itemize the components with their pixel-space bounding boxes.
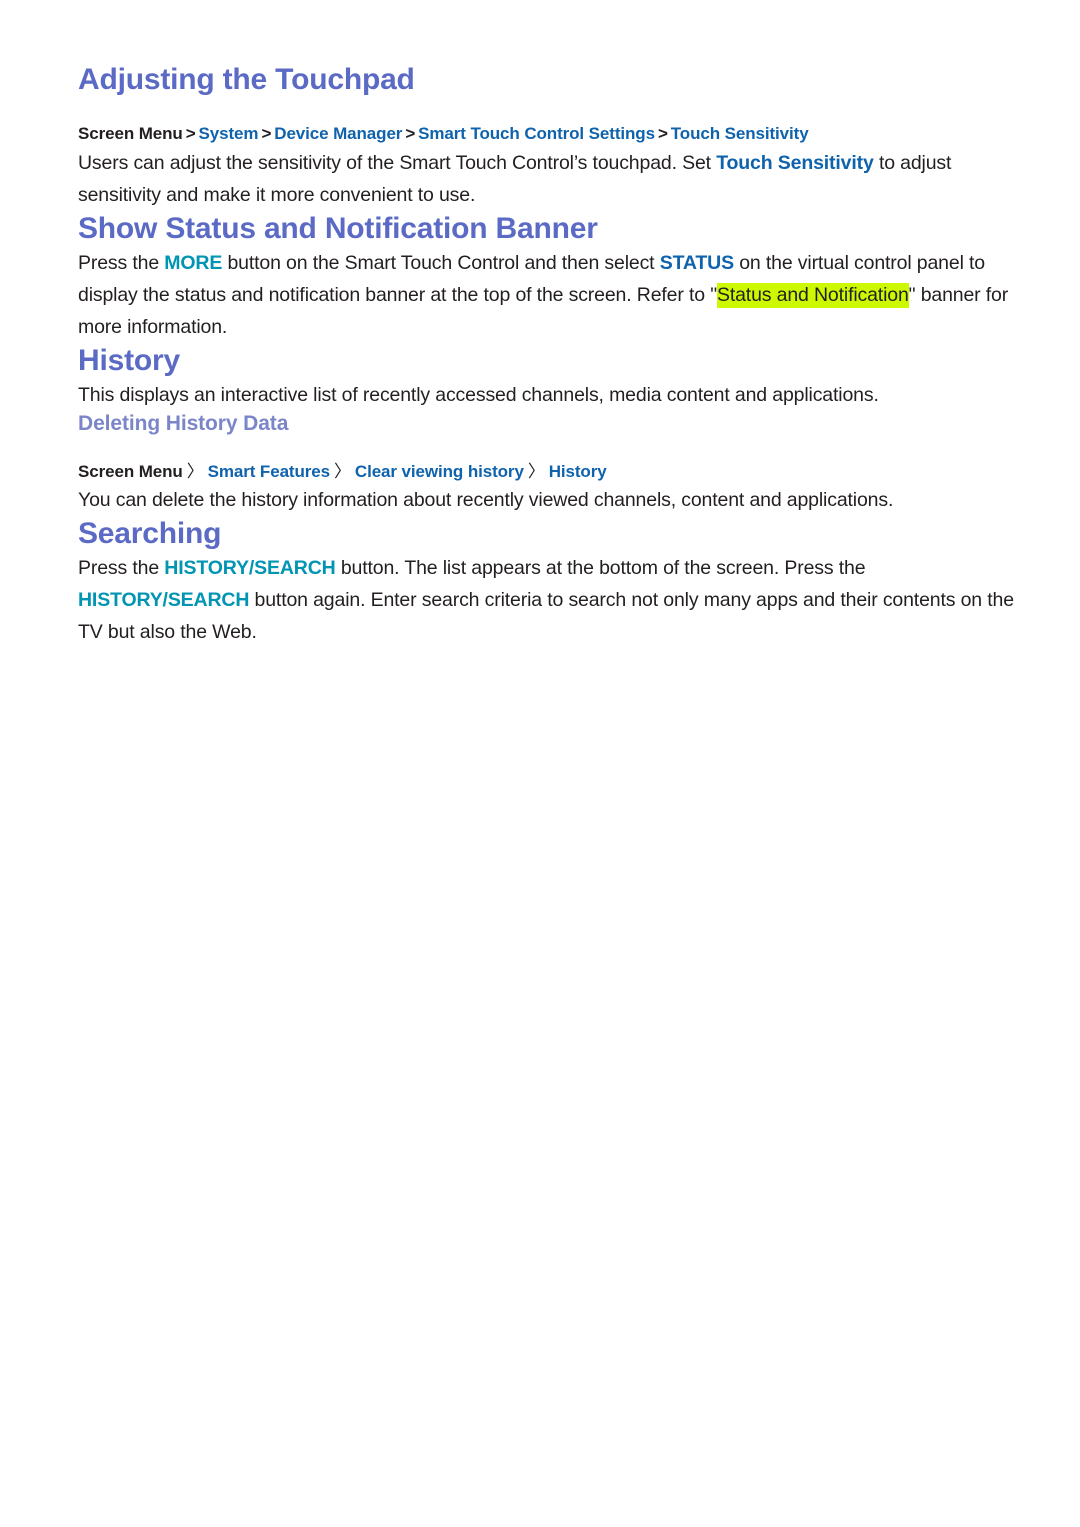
paragraph-touchpad: Users can adjust the sensitivity of the … [78, 147, 1018, 211]
breadcrumb-item-clear-viewing-history[interactable]: Clear viewing history [355, 462, 524, 481]
breadcrumb-root: Screen Menu [78, 461, 183, 481]
paragraph-text-part: button on the Smart Touch Control and th… [222, 251, 660, 274]
breadcrumb-clear-viewing-history: Screen Menu 〉 Smart Features 〉 Clear viewing… [78, 459, 1018, 485]
section-heading-searching: Searching [78, 517, 222, 551]
paragraph-text-part: button. The list appears at the bottom o… [335, 557, 866, 580]
breadcrumb-item-device-manager[interactable]: Device Manager [274, 124, 402, 143]
breadcrumb-separator: 〉 [186, 461, 204, 481]
inline-link-status[interactable]: STATUS [660, 252, 734, 274]
paragraph-text-part: Users can adjust the sensitivity of the … [78, 151, 717, 174]
section-heading-show-status-and-notification-banner: Show Status and Notification Banner [78, 211, 598, 245]
breadcrumb-separator: > [261, 124, 272, 143]
highlighted-text-status-and-notification: Status and Notification [716, 282, 909, 308]
breadcrumb-separator: > [657, 124, 668, 143]
breadcrumb-item-touch-sensitivity[interactable]: Touch Sensitivity [671, 124, 809, 143]
paragraph-searching: Press the HISTORY/SEARCH button. The lis… [78, 552, 1018, 648]
paragraph-text-part: Press the [78, 251, 165, 274]
paragraph-text-part: Press the [78, 557, 165, 580]
paragraph-status-banner: Press the MORE button on the Smart Touch… [78, 247, 1018, 343]
paragraph-deleting-history: You can delete the history information a… [78, 489, 894, 512]
document-page: Adjusting the Touchpad Screen Menu > Syste… [0, 0, 1080, 1527]
breadcrumb-separator: > [405, 124, 416, 143]
section-heading-history: History [78, 343, 180, 377]
inline-link-history-search-1[interactable]: HISTORY/SEARCH [164, 557, 335, 579]
breadcrumb-root: Screen Menu [78, 124, 183, 143]
breadcrumb-item-smart-features[interactable]: Smart Features [208, 462, 330, 481]
breadcrumb-item-smart-touch-control-settings[interactable]: Smart Touch Control Settings [418, 124, 655, 143]
inline-link-more[interactable]: MORE [164, 252, 222, 274]
breadcrumb-separator: 〉 [334, 461, 351, 481]
inline-link-history-search-2[interactable]: HISTORY/SEARCH [78, 589, 249, 611]
breadcrumb-separator: 〉 [527, 461, 545, 481]
subsection-heading-deleting-history-data: Deleting History Data [78, 411, 289, 435]
paragraph-history: This displays an interactive list of rec… [78, 383, 879, 406]
breadcrumb-touch-sensitivity: Screen Menu > System > Device Manager > Smart … [78, 121, 1018, 147]
breadcrumb-separator: > [185, 124, 196, 143]
breadcrumb-item-system[interactable]: System [199, 124, 259, 143]
inline-link-touch-sensitivity[interactable]: Touch Sensitivity [716, 152, 874, 174]
section-heading-adjusting-the-touchpad: Adjusting the Touchpad [78, 63, 415, 96]
breadcrumb-item-history[interactable]: History [549, 462, 607, 481]
